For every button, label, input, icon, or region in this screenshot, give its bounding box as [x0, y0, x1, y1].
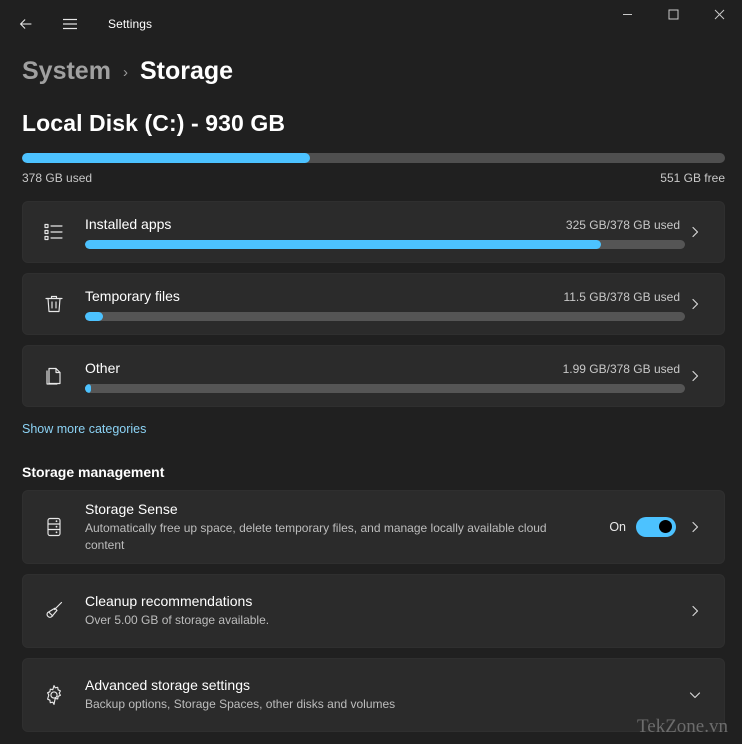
back-arrow-icon	[17, 15, 35, 33]
toggle-knob	[659, 520, 672, 533]
back-button[interactable]	[6, 8, 46, 40]
maximize-icon	[668, 7, 679, 25]
storage-management-row[interactable]: Advanced storage settings Backup options…	[22, 658, 725, 732]
disk-usage-labels: 378 GB used 551 GB free	[22, 171, 725, 185]
minimize-button[interactable]	[604, 0, 650, 32]
chevron-right-icon[interactable]	[680, 297, 710, 311]
title-bar: Settings	[0, 0, 742, 48]
window-controls	[604, 0, 742, 48]
storage-management-title: Advanced storage settings	[85, 677, 250, 694]
storage-management-desc: Backup options, Storage Spaces, other di…	[85, 697, 396, 712]
maximize-button[interactable]	[650, 0, 696, 32]
storage-management-body: Advanced storage settings Backup options…	[85, 677, 680, 712]
chevron-right-icon[interactable]	[680, 520, 710, 534]
page-title: Storage	[139, 56, 234, 85]
storage-category-name: Installed apps	[85, 215, 172, 232]
storage-category-bar	[85, 239, 685, 249]
storage-drive-icon	[23, 515, 85, 539]
storage-category-body: Temporary files 11.5 GB/378 GB used	[85, 287, 685, 321]
chevron-down-icon[interactable]	[680, 688, 710, 702]
storage-category-bar-fill	[85, 239, 601, 249]
breadcrumb: System › Storage	[0, 50, 742, 92]
storage-category-body: Installed apps 325 GB/378 GB used	[85, 215, 685, 249]
close-icon	[714, 7, 725, 25]
storage-category-body: Other 1.99 GB/378 GB used	[85, 359, 685, 393]
app-title: Settings	[108, 17, 153, 31]
minimize-icon	[622, 7, 633, 25]
show-more-categories-link[interactable]: Show more categories	[0, 417, 742, 436]
storage-management-title: Cleanup recommendations	[85, 593, 253, 610]
chevron-right-icon[interactable]	[680, 604, 710, 618]
disk-summary: Local Disk (C:) - 930 GB 378 GB used 551…	[0, 92, 742, 185]
documents-stack-icon	[23, 364, 85, 388]
disk-usage-bar-fill	[22, 153, 311, 163]
storage-category-bar	[85, 311, 685, 321]
installed-apps-list-icon	[23, 220, 85, 244]
breadcrumb-parent-system[interactable]: System	[22, 57, 111, 86]
storage-category-bar	[85, 383, 685, 393]
storage-category-bar-fill	[85, 311, 103, 321]
storage-category-usage: 11.5 GB/378 GB used	[563, 289, 680, 304]
storage-management-body: Storage Sense Automatically free up spac…	[85, 501, 609, 552]
chevron-right-icon[interactable]	[680, 225, 710, 239]
breadcrumb-separator-icon: ›	[122, 63, 128, 81]
settings-window: Settings System › Storage Local Disk (C:…	[0, 0, 742, 744]
close-button[interactable]	[696, 0, 742, 32]
storage-category-row[interactable]: Installed apps 325 GB/378 GB used	[22, 201, 725, 263]
navigation-menu-button[interactable]	[50, 8, 90, 40]
disk-title: Local Disk (C:) - 930 GB	[22, 110, 286, 136]
storage-category-bar-fill	[85, 383, 91, 393]
storage-category-row[interactable]: Other 1.99 GB/378 GB used	[22, 345, 725, 407]
disk-free-label: 551 GB free	[660, 171, 725, 185]
storage-category-list: Installed apps 325 GB/378 GB used Tempor…	[0, 185, 742, 407]
disk-usage-bar	[22, 153, 725, 163]
storage-management-row[interactable]: Cleanup recommendations Over 5.00 GB of …	[22, 574, 725, 648]
storage-sense-toggle-state: On	[609, 520, 626, 534]
storage-sense-toggle[interactable]	[636, 517, 676, 537]
watermark: TekZone.vn	[636, 716, 728, 737]
chevron-right-icon[interactable]	[680, 369, 710, 383]
storage-management-desc: Over 5.00 GB of storage available.	[85, 613, 270, 628]
storage-management-list: Storage Sense Automatically free up spac…	[0, 490, 742, 732]
broom-icon	[23, 599, 85, 623]
storage-category-name: Other	[85, 359, 121, 376]
disk-used-label: 378 GB used	[22, 171, 93, 185]
storage-management-body: Cleanup recommendations Over 5.00 GB of …	[85, 593, 680, 628]
storage-sense-toggle-group[interactable]: On	[609, 517, 676, 537]
storage-category-usage: 325 GB/378 GB used	[565, 217, 680, 232]
trash-can-icon	[23, 292, 85, 316]
storage-management-row[interactable]: Storage Sense Automatically free up spac…	[22, 490, 725, 564]
storage-category-row[interactable]: Temporary files 11.5 GB/378 GB used	[22, 273, 725, 335]
hamburger-menu-icon	[62, 16, 78, 32]
storage-management-heading: Storage management	[22, 464, 165, 480]
storage-category-usage: 1.99 GB/378 GB used	[562, 361, 680, 376]
storage-category-name: Temporary files	[85, 287, 180, 304]
gear-icon	[23, 683, 85, 707]
storage-management-desc: Automatically free up space, delete temp…	[85, 521, 547, 552]
storage-management-title: Storage Sense	[85, 501, 178, 518]
